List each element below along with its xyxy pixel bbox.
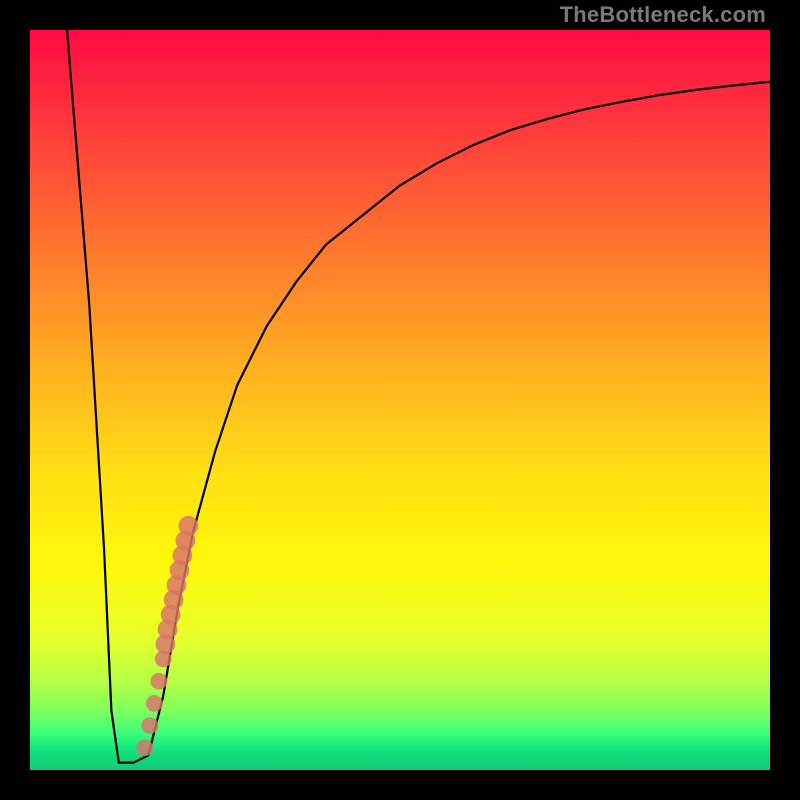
highlight-dot xyxy=(136,739,153,756)
highlight-dot xyxy=(150,673,167,690)
bottleneck-curve xyxy=(67,30,770,763)
highlight-dot xyxy=(146,695,163,712)
attribution-text: TheBottleneck.com xyxy=(560,2,766,28)
chart-frame: TheBottleneck.com xyxy=(0,0,800,800)
highlight-dot xyxy=(142,717,159,734)
plot-area xyxy=(30,30,770,770)
chart-svg xyxy=(30,30,770,770)
highlight-dots xyxy=(136,516,198,756)
highlight-dot xyxy=(179,516,199,536)
